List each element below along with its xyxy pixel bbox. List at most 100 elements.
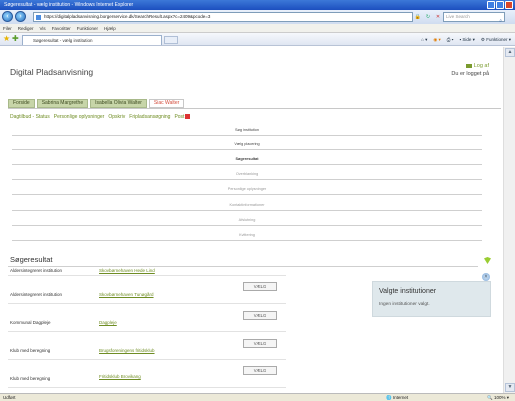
stop-icon[interactable]: ✕ bbox=[434, 13, 442, 21]
flow-divider bbox=[12, 225, 482, 226]
flow-divider bbox=[12, 179, 482, 180]
page-icon bbox=[36, 15, 41, 20]
tab-title: Søgeresultat - vælg institution bbox=[33, 38, 93, 43]
back-icon[interactable]: ‹ bbox=[2, 11, 13, 22]
menu-bar: Filer Rediger Vis Favoritter Funktioner … bbox=[0, 24, 515, 33]
tab-bar: ★ ✚ Søgeresultat - vælg institution ⌂ ▾ … bbox=[0, 33, 515, 46]
logout-link[interactable]: Log af bbox=[465, 63, 489, 69]
feeds-icon[interactable]: ◉ ▾ bbox=[433, 35, 440, 44]
lock-icon[interactable]: 🔒 bbox=[414, 13, 422, 21]
minimize-button[interactable] bbox=[487, 1, 495, 9]
flow-step: Overblanking bbox=[235, 172, 259, 176]
search-placeholder: Live Search bbox=[446, 14, 470, 19]
subnav-signup[interactable]: Opskriv bbox=[108, 114, 125, 120]
results-divider bbox=[8, 266, 478, 267]
scroll-up-icon[interactable]: ▲ bbox=[505, 48, 515, 57]
flow-step: Afslutning bbox=[238, 218, 256, 222]
tab-forside[interactable]: Forside bbox=[8, 99, 35, 108]
result-type: Aldersintegreret institution bbox=[10, 268, 63, 273]
logged-in-text: Du er logget på bbox=[451, 71, 489, 77]
result-type: Klub med beregning bbox=[10, 348, 51, 353]
selected-title: Valgte institutioner bbox=[379, 288, 437, 295]
leaf-icon bbox=[484, 257, 491, 264]
menu-favorites[interactable]: Favoritter bbox=[52, 24, 71, 32]
url-text: https://digitalpladsanvisning.borgerserv… bbox=[44, 14, 211, 19]
new-tab-button[interactable] bbox=[164, 36, 178, 44]
collapse-icon[interactable]: ˄ bbox=[482, 273, 490, 281]
subnav-status[interactable]: Dagtilbud - Status bbox=[10, 114, 50, 120]
tab-divider bbox=[8, 108, 501, 109]
menu-tools[interactable]: Funktioner bbox=[77, 24, 98, 32]
results-list[interactable]: Aldersintegreret institution Skovbørneha… bbox=[8, 268, 286, 393]
url-input[interactable]: https://digitalpladsanvisning.borgerserv… bbox=[33, 12, 413, 22]
forward-icon[interactable]: › bbox=[15, 11, 26, 22]
home-icon[interactable]: ⌂ ▾ bbox=[421, 35, 427, 44]
select-button[interactable]: VÆLG bbox=[243, 311, 277, 320]
table-row: Kommunal Dagpleje Dagpleje VÆLG bbox=[8, 304, 286, 332]
logout-icon bbox=[465, 63, 472, 68]
print-icon[interactable]: ⎙ ▾ bbox=[447, 35, 454, 44]
result-type: Kommunal Dagpleje bbox=[10, 320, 51, 325]
table-row: Klub med beregning Brugsforeningens frit… bbox=[8, 332, 286, 360]
menu-view[interactable]: Vis bbox=[40, 24, 46, 32]
window-title: Søgeresultat - vælg institution - Window… bbox=[4, 2, 134, 8]
subnav-free-place[interactable]: Fripladsansøgning bbox=[129, 114, 170, 120]
tab-child-1[interactable]: Sabrina Margrethe bbox=[36, 99, 89, 108]
close-button[interactable] bbox=[505, 1, 513, 9]
tab-child-2[interactable]: Isabella Olivia Walter bbox=[90, 99, 147, 108]
result-type: Aldersintegreret institution bbox=[10, 292, 63, 297]
sub-navigation: Dagtilbud - Status Personlige oplysninge… bbox=[10, 114, 191, 120]
result-link[interactable]: Fritidsklub Brovikang bbox=[99, 374, 141, 379]
menu-file[interactable]: Filer bbox=[3, 24, 12, 32]
select-button[interactable]: VÆLG bbox=[243, 339, 277, 348]
tab-child-3[interactable]: Siac Walter bbox=[148, 99, 185, 108]
child-tabs: Forside Sabrina Margrethe Isabella Olivi… bbox=[8, 99, 185, 108]
page-scrollbar[interactable]: ▲ ▼ bbox=[503, 47, 515, 393]
flow-divider bbox=[12, 210, 482, 211]
flow-step: Vælg placering bbox=[234, 142, 260, 146]
flow-divider bbox=[12, 164, 482, 165]
subnav-post[interactable]: Post bbox=[174, 114, 191, 120]
flow-divider bbox=[12, 149, 482, 150]
result-link[interactable]: Skovbørnehaven Tunøgård bbox=[99, 292, 154, 297]
page-content: Digital Pladsanvisning Log af Du er logg… bbox=[0, 47, 503, 393]
flow-divider bbox=[12, 135, 482, 136]
page-menu[interactable]: ▪ Side ▾ bbox=[460, 35, 475, 44]
window-titlebar: Søgeresultat - vælg institution - Window… bbox=[0, 0, 515, 10]
tools-menu[interactable]: ⚙ Funktioner ▾ bbox=[481, 35, 511, 44]
status-bar: Udført 🌐 Internet 🔍 100% ▾ bbox=[0, 393, 515, 401]
result-link[interactable]: Brugsforeningens fritidsklub bbox=[99, 348, 155, 353]
result-link[interactable]: Skovbørnehaven Hede Lind bbox=[99, 268, 155, 273]
zoom-level[interactable]: 🔍 100% ▾ bbox=[487, 394, 509, 401]
select-button[interactable]: VÆLG bbox=[243, 366, 277, 375]
flow-step: Personlige oplysninger bbox=[227, 187, 267, 191]
selected-institutions-box: Valgte institutioner Ingen institutioner… bbox=[372, 281, 491, 317]
table-row: Aldersintegreret institution Skovbørneha… bbox=[8, 276, 286, 304]
search-input[interactable]: Live Search ⌕ bbox=[443, 12, 505, 24]
menu-edit[interactable]: Rediger bbox=[18, 24, 34, 32]
site-title: Digital Pladsanvisning bbox=[10, 67, 94, 77]
refresh-icon[interactable]: ↻ bbox=[424, 13, 432, 21]
select-button[interactable]: VÆLG bbox=[243, 282, 277, 291]
flow-step: Kontaktinformationer bbox=[229, 203, 265, 207]
favorites-star-icon[interactable]: ★ bbox=[3, 35, 10, 43]
tab-search-result[interactable]: Søgeresultat - vælg institution bbox=[22, 35, 162, 45]
status-text: Udført bbox=[3, 395, 16, 400]
selected-text: Ingen institutioner valgt. bbox=[379, 302, 430, 307]
mail-icon bbox=[185, 114, 191, 120]
flow-step: Søg institution bbox=[234, 128, 260, 132]
subnav-personal[interactable]: Personlige oplysninger bbox=[54, 114, 105, 120]
add-favorites-icon[interactable]: ✚ bbox=[12, 35, 19, 43]
maximize-button[interactable] bbox=[496, 1, 504, 9]
flow-step: Kvittering bbox=[239, 233, 255, 237]
security-zone: 🌐 Internet bbox=[386, 395, 409, 400]
table-row: Klub med beregning Fritidsklub Brovikang… bbox=[8, 360, 286, 388]
scroll-down-icon[interactable]: ▼ bbox=[505, 383, 515, 392]
results-title: Søgeresultat bbox=[10, 255, 53, 264]
table-row: Aldersintegreret institution Skovbørneha… bbox=[8, 268, 286, 276]
flow-divider bbox=[12, 240, 482, 241]
result-link[interactable]: Dagpleje bbox=[99, 320, 117, 325]
result-type: Klub med beregning bbox=[10, 376, 51, 381]
flow-divider bbox=[12, 194, 482, 195]
menu-help[interactable]: Hjælp bbox=[104, 24, 116, 32]
